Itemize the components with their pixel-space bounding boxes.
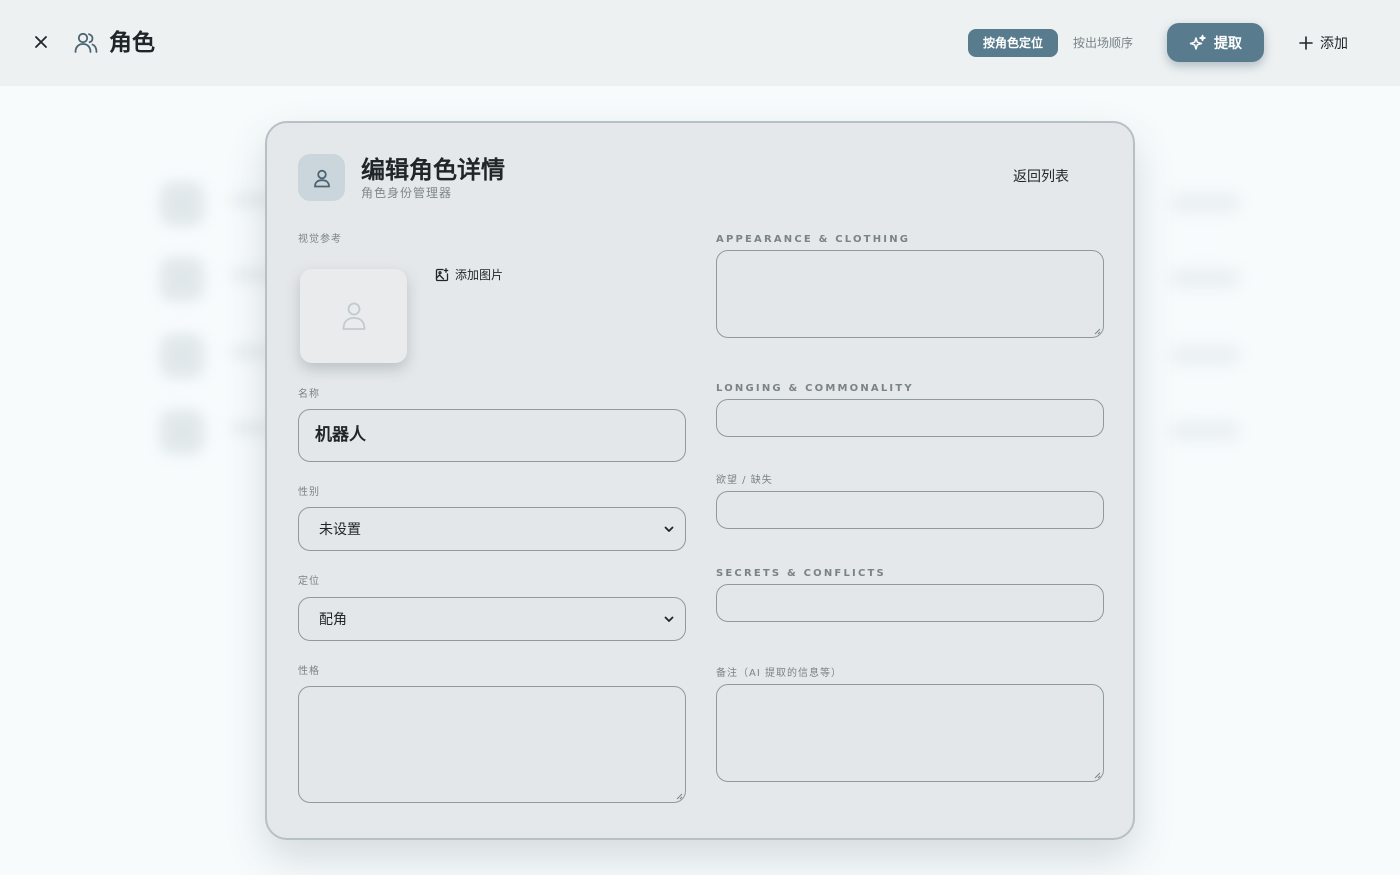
add-image-button[interactable]: 添加图片 [435,266,503,284]
extract-label: 提取 [1214,35,1242,52]
sparkles-icon [1189,34,1206,50]
resize-grip-icon[interactable] [675,792,683,800]
desire-label: 欲望 / 缺失 [716,475,773,486]
character-avatar [298,154,345,201]
personality-label: 性格 [298,666,320,677]
role-label: 定位 [298,576,320,587]
add-button[interactable]: 添加 [1298,29,1362,57]
notes-label: 备注（AI 提取的信息等） [716,668,842,679]
sort-by-role-tab[interactable]: 按角色定位 [968,29,1058,57]
secrets-label: SECRETS & CONFLICTS [716,568,886,579]
close-icon[interactable] [31,32,51,52]
chevron-down-icon [664,526,674,532]
back-to-list-button[interactable]: 返回列表 [1013,167,1069,187]
extract-button[interactable]: 提取 [1167,23,1264,62]
appearance-label: APPEARANCE & CLOTHING [716,234,911,245]
desire-input[interactable] [716,491,1104,529]
sort-by-appearance-tab[interactable]: 按出场顺序 [1064,29,1142,57]
modal-title: 编辑角色详情 [361,156,505,184]
gender-select[interactable]: 未设置 [298,507,686,551]
user-icon [313,169,330,187]
top-bar: 角色 按角色定位 按出场顺序 提取 添加 [0,0,1400,86]
role-value: 配角 [319,612,347,628]
edit-character-modal: 编辑角色详情 角色身份管理器 返回列表 视觉参考 添加图片 名称 机器人 性别 … [265,121,1135,840]
image-placeholder[interactable] [300,269,407,363]
secrets-input[interactable] [716,584,1104,622]
users-icon [73,30,99,56]
notes-textarea[interactable] [716,684,1104,782]
personality-textarea[interactable] [298,686,686,803]
gender-value: 未设置 [319,522,361,538]
add-image-label: 添加图片 [455,268,504,282]
image-plus-icon [435,268,449,282]
page-title: 角色 [109,30,155,56]
modal-subtitle: 角色身份管理器 [361,186,453,200]
chevron-down-icon [664,616,674,622]
role-select[interactable]: 配角 [298,597,686,641]
longing-label: LONGING & COMMONALITY [716,383,914,394]
appearance-textarea[interactable] [716,250,1104,338]
name-field[interactable]: 机器人 [298,409,686,462]
gender-label: 性别 [298,487,320,498]
add-label: 添加 [1320,36,1348,52]
visual-reference-label: 视觉参考 [298,234,342,245]
user-placeholder-icon [342,302,365,330]
name-label: 名称 [298,389,320,400]
plus-icon [1299,36,1313,50]
resize-grip-icon[interactable] [1093,327,1101,335]
longing-input[interactable] [716,399,1104,437]
resize-grip-icon[interactable] [1093,771,1101,779]
